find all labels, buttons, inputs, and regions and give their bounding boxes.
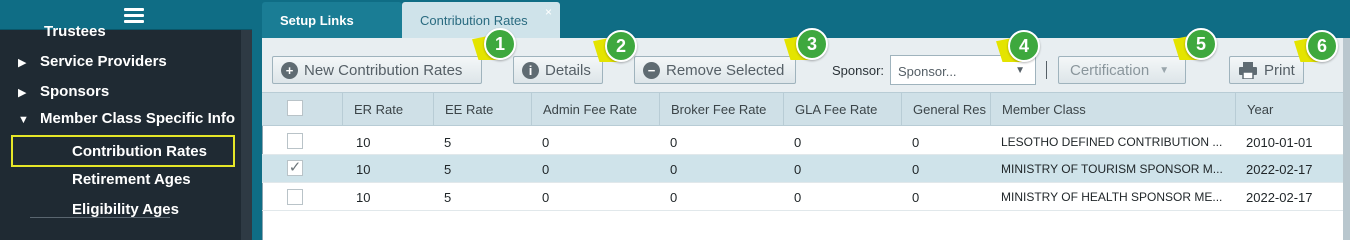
triangle-right-icon: ▶ — [18, 57, 27, 69]
table-cell: 0 — [542, 190, 550, 205]
table-cell: 0 — [912, 190, 920, 205]
row-checkbox[interactable]: ✓ — [287, 160, 303, 176]
column-header[interactable]: Admin Fee Rate — [531, 92, 659, 126]
triangle-down-icon: ▼ — [18, 114, 29, 126]
table-cell: MINISTRY OF HEALTH SPONSOR ME... — [1001, 190, 1223, 204]
table-cell: 10 — [356, 135, 371, 150]
close-icon[interactable]: × — [545, 5, 552, 19]
details-button[interactable]: i Details — [513, 56, 603, 84]
table-cell: 2022-02-17 — [1246, 162, 1313, 177]
table-cell: 0 — [794, 135, 802, 150]
sidebar-item-trustees[interactable]: Trustees — [44, 23, 106, 40]
column-header[interactable]: General Res — [901, 92, 990, 126]
hamburger-menu-icon[interactable] — [124, 8, 144, 23]
table-cell: 2022-02-17 — [1246, 190, 1313, 205]
table-cell: 10 — [356, 190, 371, 205]
layout-gap — [252, 0, 262, 240]
table-cell: 0 — [794, 190, 802, 205]
vertical-scrollbar[interactable] — [1343, 38, 1350, 240]
select-all-checkbox[interactable] — [287, 100, 303, 116]
table-cell: 0 — [542, 162, 550, 177]
remove-selected-button[interactable]: − Remove Selected — [634, 56, 796, 84]
column-header[interactable]: Year — [1235, 92, 1343, 126]
row-checkbox[interactable] — [287, 189, 303, 205]
sidebar-subitem-eligibility-ages[interactable]: Eligibility Ages — [72, 201, 179, 218]
sidebar-item-member-class-specific-info[interactable]: ▼ Member Class Specific Info — [18, 110, 235, 127]
info-circle-icon: i — [522, 61, 539, 79]
sidebar-header — [0, 0, 252, 30]
plus-circle-icon: + — [281, 61, 298, 79]
sidebar-divider — [30, 217, 170, 218]
table-cell: 5 — [444, 190, 452, 205]
callout-badge: 4 — [996, 30, 1042, 66]
callout-badge: 1 — [472, 28, 518, 64]
table-cell: 2010-01-01 — [1246, 135, 1313, 150]
printer-icon — [1238, 61, 1258, 80]
table-cell: LESOTHO DEFINED CONTRIBUTION ... — [1001, 135, 1223, 149]
column-header[interactable]: ER Rate — [342, 92, 433, 126]
sidebar: Trustees ▶ Service Providers ▶ Sponsors ▼ M… — [0, 0, 252, 240]
new-contribution-rates-button[interactable]: + New Contribution Rates — [272, 56, 482, 84]
callout-badge: 5 — [1173, 28, 1219, 64]
sidebar-item-service-providers[interactable]: ▶ Service Providers — [18, 53, 167, 70]
column-header[interactable]: Member Class — [990, 92, 1235, 126]
triangle-right-icon: ▶ — [18, 87, 27, 99]
caret-down-icon: ▼ — [1159, 64, 1170, 76]
callout-badge: 6 — [1294, 30, 1340, 66]
sidebar-subitem-contribution-rates[interactable]: Contribution Rates — [11, 135, 235, 167]
sidebar-subitem-retirement-ages[interactable]: Retirement Ages — [72, 171, 191, 188]
table-cell: 0 — [542, 135, 550, 150]
sidebar-scrollbar[interactable] — [241, 30, 252, 240]
column-header[interactable]: EE Rate — [433, 92, 531, 126]
callout-badge: 2 — [593, 30, 639, 66]
table-cell: 0 — [670, 190, 678, 205]
table-cell: 0 — [794, 162, 802, 177]
table-cell: 0 — [912, 162, 920, 177]
table-cell: 5 — [444, 162, 452, 177]
row-checkbox[interactable] — [287, 133, 303, 149]
certification-dropdown[interactable]: Certification ▼ — [1058, 56, 1186, 84]
toolbar-separator — [1046, 61, 1047, 79]
print-button[interactable]: Print — [1229, 56, 1304, 84]
table-cell: MINISTRY OF TOURISM SPONSOR M... — [1001, 162, 1223, 176]
callout-badge: 3 — [784, 28, 830, 64]
table-cell: 0 — [670, 162, 678, 177]
sidebar-item-sponsors[interactable]: ▶ Sponsors — [18, 83, 109, 100]
chevron-down-icon: ▼ — [1015, 65, 1025, 76]
table-cell: 0 — [670, 135, 678, 150]
column-header[interactable]: GLA Fee Rate — [783, 92, 901, 126]
table-cell: 0 — [912, 135, 920, 150]
column-header[interactable]: Broker Fee Rate — [659, 92, 783, 126]
table-cell: 5 — [444, 135, 452, 150]
sponsor-label: Sponsor: — [832, 63, 885, 78]
table-cell: 10 — [356, 162, 371, 177]
minus-circle-icon: − — [643, 61, 660, 79]
tab-setup-links[interactable]: Setup Links — [262, 2, 402, 38]
